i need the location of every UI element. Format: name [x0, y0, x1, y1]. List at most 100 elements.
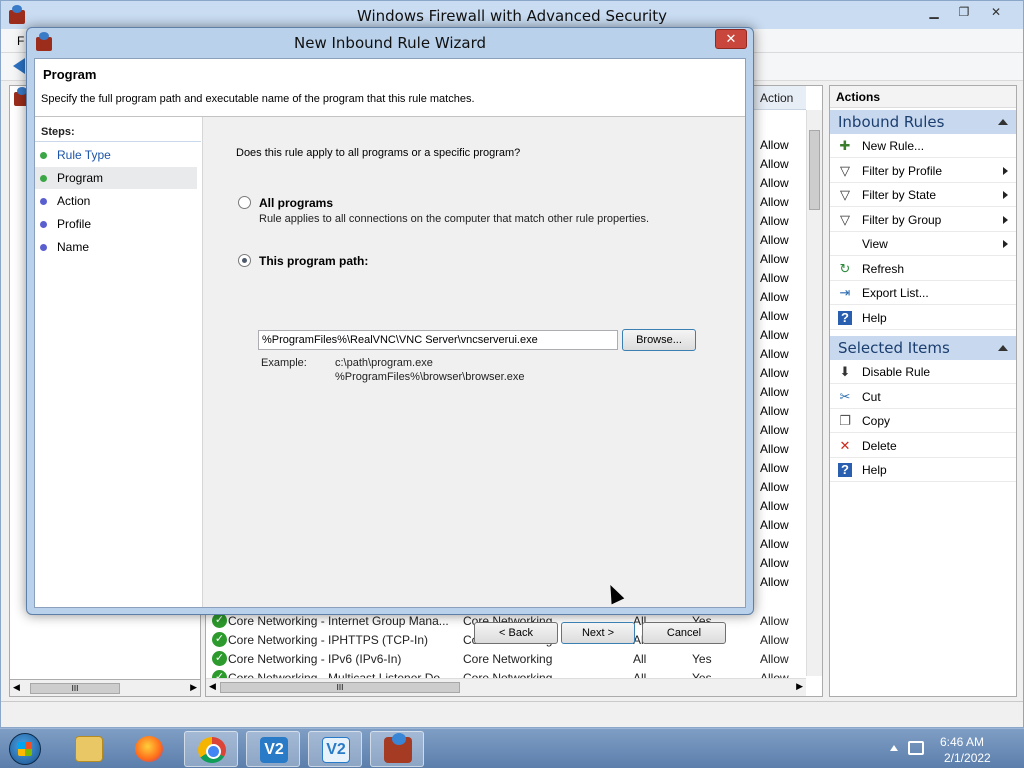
close-button[interactable]: ✕: [981, 3, 1011, 23]
clock-time[interactable]: 6:46 AM: [940, 735, 984, 749]
section-inbound-rules[interactable]: Inbound Rules: [830, 110, 1016, 134]
taskbar-chrome[interactable]: [184, 731, 238, 767]
status-bar: [1, 701, 1023, 727]
rule-group-cell: Core Networking: [463, 652, 553, 666]
tree-scroll-thumb[interactable]: III: [30, 683, 120, 694]
scope-question: Does this rule apply to all programs or …: [236, 147, 521, 159]
action-label: Export List...: [862, 286, 929, 300]
list-hscroll-thumb[interactable]: III: [220, 682, 460, 693]
menu-file[interactable]: F: [17, 34, 24, 48]
scroll-left-arrow-icon[interactable]: ◀: [209, 681, 216, 692]
rule-name-cell: Core Networking - IPv6 (IPv6-In): [228, 652, 402, 666]
new-rule-icon: ✚: [839, 138, 851, 153]
blank-icon: [838, 237, 852, 251]
step-rule-type[interactable]: Rule Type: [35, 144, 197, 166]
taskbar-vnc-viewer[interactable]: V2: [246, 731, 300, 767]
wizard-close-button[interactable]: ✕: [715, 29, 747, 49]
taskbar-file-explorer[interactable]: [62, 731, 116, 767]
step-action[interactable]: Action: [35, 190, 197, 212]
action-help[interactable]: ? Help: [830, 306, 1016, 330]
network-icon[interactable]: [908, 741, 924, 755]
start-button[interactable]: [5, 732, 47, 766]
scroll-left-arrow-icon[interactable]: ◀: [13, 682, 20, 693]
action-help[interactable]: ? Help: [830, 458, 1016, 482]
back-arrow-icon[interactable]: [13, 58, 25, 74]
rule-action-cell: Allow: [760, 633, 789, 647]
step-todo-bullet-icon: [40, 221, 47, 228]
step-profile[interactable]: Profile: [35, 213, 197, 235]
rule-action-cell: Allow: [760, 252, 789, 266]
help-icon: ?: [838, 310, 852, 325]
rule-action-cell: Allow: [760, 157, 789, 171]
scroll-right-arrow-icon[interactable]: ▶: [190, 682, 197, 693]
show-hidden-icons-icon[interactable]: [890, 745, 898, 751]
main-titlebar[interactable]: Windows Firewall with Advanced Security …: [1, 1, 1023, 29]
new-inbound-rule-wizard: New Inbound Rule Wizard ✕ Program Specif…: [26, 27, 754, 644]
all-programs-label[interactable]: All programs: [259, 196, 333, 210]
back-button[interactable]: < Back: [474, 622, 558, 644]
rule-action-cell: Allow: [760, 652, 789, 666]
action-label: Help: [862, 310, 887, 325]
collapse-icon[interactable]: [998, 119, 1008, 125]
step-label: Program: [57, 171, 104, 185]
taskbar-firefox[interactable]: [122, 731, 176, 767]
action-view[interactable]: View: [830, 232, 1016, 256]
page-heading: Program: [43, 67, 97, 82]
firewall-icon: [384, 733, 412, 763]
step-program[interactable]: Program: [35, 167, 197, 189]
rule-action-cell: Allow: [760, 214, 789, 228]
program-path-radio[interactable]: [238, 254, 251, 267]
minimize-button[interactable]: ▁: [919, 3, 949, 23]
enabled-check-icon: ✓: [212, 651, 227, 666]
action-copy[interactable]: ❐ Copy: [830, 409, 1016, 433]
taskbar-vnc-server[interactable]: V2: [308, 731, 362, 767]
clock-date[interactable]: 2/1/2022: [944, 751, 991, 765]
action-label: Filter by State: [862, 188, 937, 202]
program-path-label[interactable]: This program path:: [259, 254, 368, 268]
all-programs-radio[interactable]: [238, 196, 251, 209]
rule-action-cell: Allow: [760, 366, 789, 380]
rule-action-cell: Allow: [760, 480, 789, 494]
maximize-button[interactable]: ❐: [949, 3, 979, 23]
action-filter-by-group[interactable]: ▽ Filter by Group: [830, 208, 1016, 232]
cut-icon: ✂: [839, 388, 851, 404]
action-delete[interactable]: ✕ Delete: [830, 434, 1016, 458]
copy-icon: ❐: [839, 413, 851, 428]
list-vertical-scrollbar[interactable]: [806, 110, 822, 676]
action-filter-by-state[interactable]: ▽ Filter by State: [830, 183, 1016, 207]
export-icon: ⇥: [839, 285, 851, 300]
action-new-rule[interactable]: ✚ New Rule...: [830, 134, 1016, 158]
submenu-arrow-icon: [1003, 191, 1008, 199]
rule-action-cell: Allow: [760, 614, 789, 628]
action-label: Copy: [862, 414, 891, 428]
cancel-button[interactable]: Cancel: [642, 622, 726, 644]
collapse-icon[interactable]: [998, 345, 1008, 351]
step-name[interactable]: Name: [35, 236, 197, 258]
action-label: Filter by Group: [862, 212, 942, 227]
rule-action-cell: Allow: [760, 461, 789, 475]
step-label: Rule Type: [57, 148, 111, 162]
rule-action-cell: Allow: [760, 537, 789, 551]
rule-action-cell: Allow: [760, 176, 789, 190]
scroll-right-arrow-icon[interactable]: ▶: [796, 681, 803, 692]
list-horizontal-scrollbar[interactable]: ◀ III ▶: [206, 678, 806, 696]
action-cut[interactable]: ✂ Cut: [830, 385, 1016, 409]
program-path-field[interactable]: [258, 330, 618, 350]
chrome-icon: [198, 737, 226, 763]
column-header-action[interactable]: Action: [760, 91, 793, 105]
action-disable-rule[interactable]: ⬇ Disable Rule: [830, 360, 1016, 384]
action-filter-by-profile[interactable]: ▽ Filter by Profile: [830, 159, 1016, 183]
action-export-list[interactable]: ⇥ Export List...: [830, 281, 1016, 305]
rule-enabled-cell: Yes: [692, 652, 712, 666]
browse-button[interactable]: Browse...: [622, 329, 696, 351]
action-refresh[interactable]: ↻ Refresh: [830, 257, 1016, 281]
list-vscroll-thumb[interactable]: [809, 130, 820, 210]
rule-action-cell: Allow: [760, 328, 789, 342]
table-row[interactable]: ✓ Core Networking - IPv6 (IPv6-In) Core Ne…: [206, 650, 806, 669]
rule-action-cell: Allow: [760, 309, 789, 323]
taskbar-windows-firewall[interactable]: [370, 731, 424, 767]
filter-icon: ▽: [840, 187, 850, 202]
section-selected-items[interactable]: Selected Items: [830, 336, 1016, 360]
next-button[interactable]: Next >: [561, 622, 635, 644]
tree-horizontal-scrollbar[interactable]: ◀ III ▶: [9, 679, 201, 697]
